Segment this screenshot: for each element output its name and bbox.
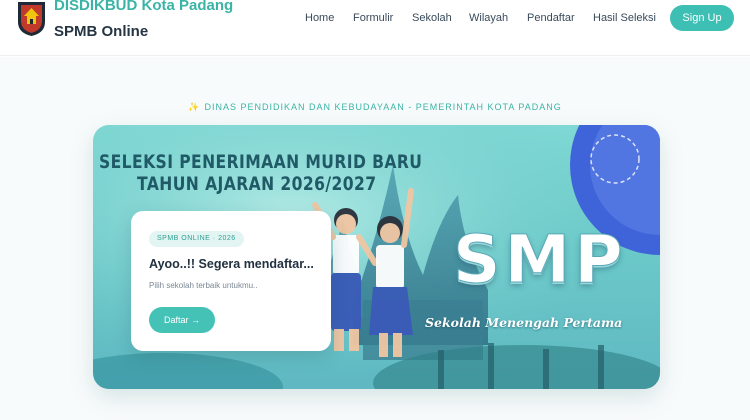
eyebrow-text: DINAS PENDIDIKAN DAN KEBUDAYAAN - PEMERI…	[204, 102, 562, 112]
nav-formulir[interactable]: Formulir	[353, 12, 393, 24]
hero-eyebrow: ✨ DINAS PENDIDIKAN DAN KEBUDAYAAN - PEMER…	[0, 102, 750, 113]
nav-wilayah[interactable]: Wilayah	[469, 12, 508, 24]
nav-home[interactable]: Home	[305, 12, 334, 24]
nav-pendaftar[interactable]: Pendaftar	[527, 12, 575, 24]
card-title: Ayoo..!! Segera mendaftar...	[149, 257, 314, 271]
banner-title-line2: TAHUN AJARAN 2026/2027	[137, 173, 377, 195]
banner-level: SMP	[453, 221, 627, 299]
app-name[interactable]: SPMB Online	[54, 23, 148, 40]
nav-hasil-seleksi[interactable]: Hasil Seleksi	[593, 12, 656, 24]
sign-up-button[interactable]: Sign Up	[670, 5, 734, 31]
register-button[interactable]: Daftar →	[149, 307, 215, 333]
top-navbar: DISDIKBUD Kota Padang SPMB Online Home F…	[0, 0, 750, 56]
card-description: Pilih sekolah terbaik untukmu..	[149, 281, 258, 290]
registration-card: SPMB ONLINE · 2026 Ayoo..!! Segera menda…	[131, 211, 331, 351]
banner-level-full: Sekolah Menengah Pertama	[425, 315, 623, 330]
card-badge: SPMB ONLINE · 2026	[149, 231, 244, 247]
sparkle-icon: ✨	[188, 102, 201, 112]
nav-sekolah[interactable]: Sekolah	[412, 12, 452, 24]
brand-name[interactable]: DISDIKBUD Kota Padang	[54, 0, 233, 14]
banner-title-line1: SELEKSI PENERIMAAN MURID BARU	[99, 151, 423, 173]
padang-crest-icon[interactable]	[16, 0, 47, 37]
